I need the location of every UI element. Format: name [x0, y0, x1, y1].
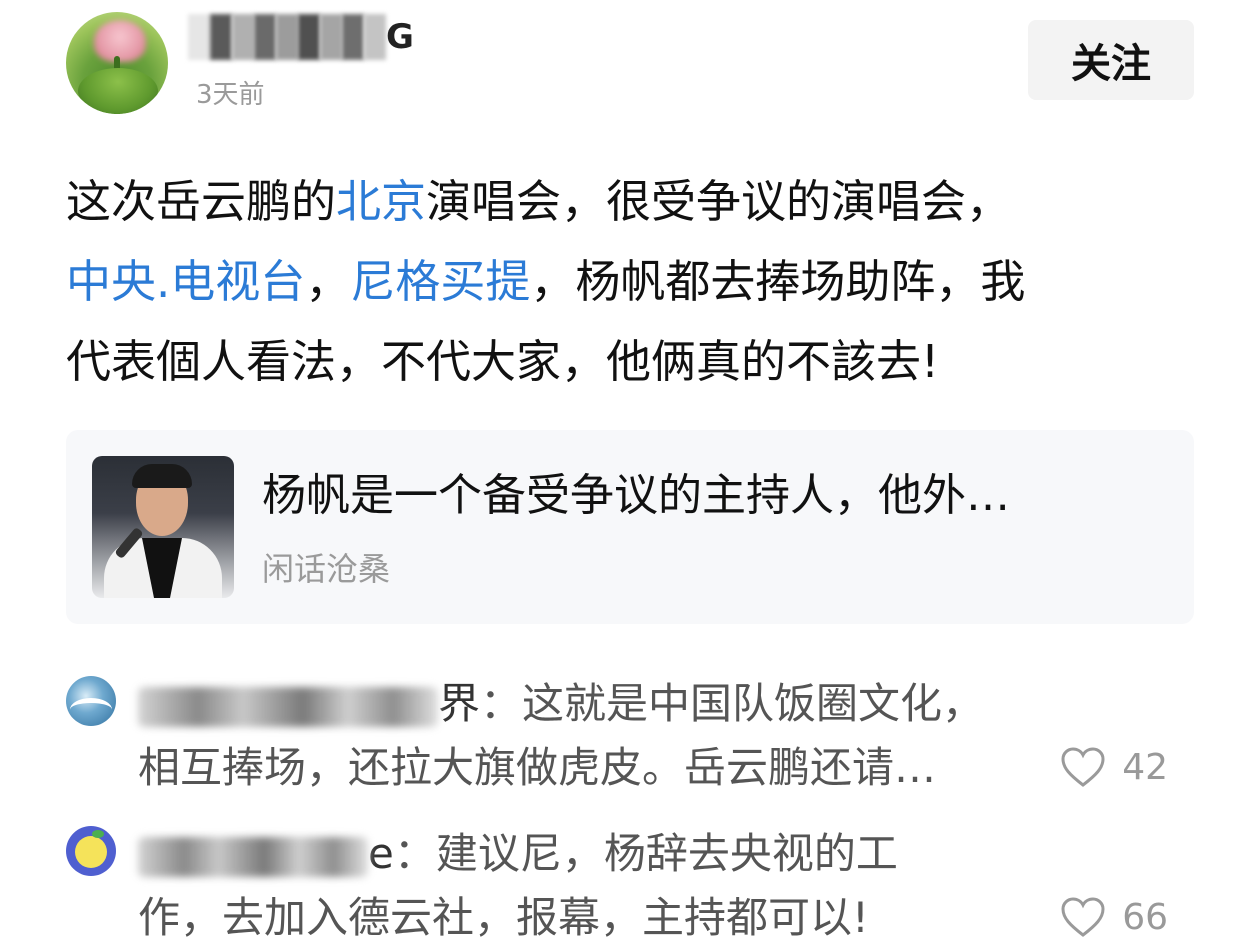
lotus-flower	[94, 20, 146, 62]
post-line-3: 代表個人看法，不代大家，他俩真的不該去!	[66, 322, 1196, 402]
comment-content-2: 相互捧场，还拉大旗做虎皮。岳云鹏还请…	[138, 743, 937, 792]
like-button[interactable]: 66	[1060, 896, 1168, 938]
post-body: 这次岳云鹏的北京演唱会，很受争议的演唱会， 中央.电视台，尼格买提，杨帆都去捧场…	[66, 162, 1196, 402]
wave-icon	[70, 698, 112, 721]
comment-line-2: 作，去加入德云社，报幕，主持都可以!	[138, 886, 1038, 950]
article-thumbnail	[92, 456, 234, 598]
commenter-avatar[interactable]	[66, 826, 116, 876]
post-line-1: 这次岳云鹏的北京演唱会，很受争议的演唱会，	[66, 162, 1196, 242]
thumbnail-hair	[132, 464, 192, 488]
commenter-name-redacted[interactable]	[138, 836, 368, 877]
follow-button[interactable]: 关注	[1028, 20, 1194, 100]
commenter-name-suffix[interactable]: 界	[438, 679, 480, 728]
topic-link-nigmat[interactable]: 尼格买提	[350, 255, 530, 308]
topic-link-beijing[interactable]: 北京	[336, 175, 426, 228]
comment-line-1: 界：这就是中国队饭圈文化，	[138, 672, 1038, 736]
post-time: 3天前	[196, 80, 265, 110]
heart-icon	[1061, 747, 1105, 787]
article-source: 闲话沧桑	[262, 550, 391, 588]
like-button[interactable]: 42	[1060, 746, 1168, 788]
commenter-name-suffix[interactable]: e	[368, 829, 394, 878]
post-text-segment: 演唱会，很受争议的演唱会，	[426, 175, 1012, 228]
linked-article-card[interactable]: 杨帆是一个备受争议的主持人，他外… 闲话沧桑	[66, 430, 1194, 624]
author-avatar[interactable]	[66, 12, 168, 114]
comment-content-2: 作，去加入德云社，报幕，主持都可以!	[138, 893, 869, 942]
like-count: 42	[1122, 746, 1168, 788]
author-name-redacted[interactable]	[188, 14, 386, 60]
commenter-name-redacted[interactable]	[138, 686, 438, 727]
lemon-icon	[75, 836, 107, 868]
post-text-segment: 代表個人看法，不代大家，他俩真的不該去!	[66, 335, 940, 388]
author-name-suffix[interactable]: G	[386, 14, 414, 60]
comment-content-1: ：这就是中国队饭圈文化，	[480, 679, 985, 728]
comment-content-1: ：建议尼，杨辞去央视的工	[393, 829, 898, 878]
comment-line-1: e：建议尼，杨辞去央视的工	[138, 822, 1038, 886]
comment-text[interactable]: 界：这就是中国队饭圈文化， 相互捧场，还拉大旗做虎皮。岳云鹏还请…	[138, 672, 1038, 800]
leaf-icon	[92, 830, 104, 838]
post-text-segment: ，杨帆都去捧场助阵，我	[530, 255, 1026, 308]
post-line-2: 中央.电视台，尼格买提，杨帆都去捧场助阵，我	[66, 242, 1196, 322]
comment-line-2: 相互捧场，还拉大旗做虎皮。岳云鹏还请…	[138, 736, 1038, 800]
post-text-segment: ，	[305, 255, 351, 308]
like-count: 66	[1122, 896, 1168, 938]
lotus-leaf	[78, 68, 158, 114]
topic-link-cctv[interactable]: 中央.电视台	[66, 255, 305, 308]
heart-icon	[1061, 897, 1105, 937]
commenter-avatar[interactable]	[66, 676, 116, 726]
article-title: 杨帆是一个备受争议的主持人，他外…	[262, 470, 1010, 521]
post-text-segment: 这次岳云鹏的	[66, 175, 337, 228]
comment-text[interactable]: e：建议尼，杨辞去央视的工 作，去加入德云社，报幕，主持都可以!	[138, 822, 1038, 950]
